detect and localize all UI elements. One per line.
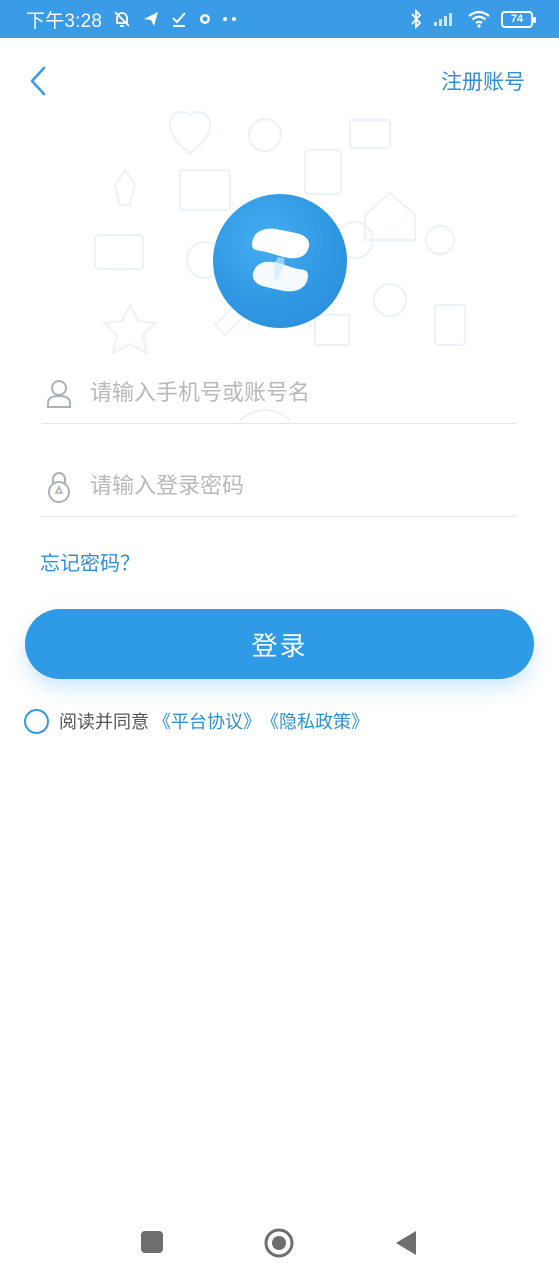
more-icon — [222, 16, 238, 22]
wifi-icon — [467, 10, 491, 28]
phone-field — [42, 364, 516, 424]
password-field — [42, 457, 516, 517]
bluetooth-icon — [409, 9, 423, 29]
chevron-left-icon — [30, 66, 46, 96]
signal-icon — [433, 11, 457, 27]
home-circle-icon — [264, 1228, 294, 1258]
forgot-password-link[interactable]: 忘记密码？ — [40, 547, 140, 576]
agreement-checkbox[interactable] — [24, 708, 49, 734]
status-bar-right: 74 — [409, 9, 536, 29]
register-account-link[interactable]: 注册账号 — [441, 66, 525, 96]
status-time: 下午3:28 — [26, 10, 103, 32]
app-logo — [213, 194, 347, 328]
lock-icon — [42, 470, 76, 504]
back-button[interactable] — [24, 64, 54, 98]
phone-input[interactable] — [90, 381, 490, 406]
mute-bell-icon — [112, 9, 132, 29]
user-icon — [42, 378, 76, 410]
back-nav-button[interactable] — [394, 1230, 418, 1260]
password-input[interactable] — [90, 474, 490, 499]
privacy-policy-link[interactable]: 《隐私政策》 — [261, 708, 369, 734]
download-check-icon — [170, 10, 188, 28]
app-logo-icon — [252, 228, 310, 292]
login-button[interactable]: 登录 — [25, 609, 534, 679]
agreement-row: 阅读并同意 《平台协议》 《隐私政策》 — [24, 708, 369, 734]
status-bar-left: 下午3:28 — [26, 6, 238, 33]
platform-agreement-link[interactable]: 《平台协议》 — [153, 708, 261, 734]
status-bar: 下午3:28 74 — [0, 0, 559, 38]
system-nav-bar — [0, 1210, 559, 1280]
dot-icon — [198, 12, 212, 26]
battery-icon: 74 — [501, 10, 536, 28]
send-icon — [142, 10, 160, 28]
recents-button[interactable] — [140, 1230, 164, 1258]
agreement-text: 阅读并同意 — [59, 712, 149, 733]
back-triangle-icon — [396, 1231, 416, 1255]
recents-square-icon — [141, 1231, 163, 1253]
home-button[interactable] — [263, 1227, 295, 1263]
